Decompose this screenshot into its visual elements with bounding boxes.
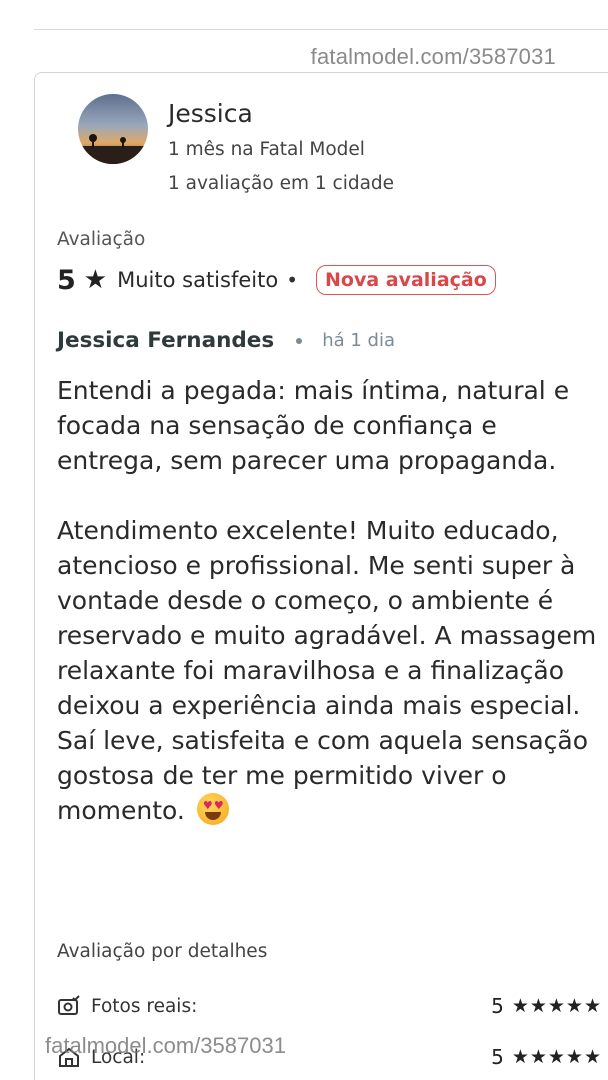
detail-score: 5 ★★★★★	[491, 1045, 602, 1069]
review-time: há 1 dia	[322, 330, 395, 351]
five-star-icons: ★★★★★	[511, 995, 602, 1017]
five-star-icons: ★★★★★	[511, 1046, 602, 1068]
rating-label: Avaliação	[57, 229, 146, 250]
detail-score: 5 ★★★★★	[491, 994, 602, 1018]
details-title: Avaliação por detalhes	[57, 941, 268, 962]
star-icon: ★	[83, 265, 108, 295]
rating-summary: 5 ★ Muito satisfeito • Nova avaliação	[57, 262, 496, 298]
review-text: Entendi a pegada: mais íntima, natural e…	[57, 373, 602, 828]
detail-score-value: 5	[491, 994, 504, 1018]
top-divider	[34, 29, 608, 30]
review-author-row: Jessica Fernandes há 1 dia	[57, 328, 395, 353]
rating-text: Muito satisfeito	[117, 268, 279, 292]
avatar[interactable]	[78, 94, 148, 164]
watermark-top: fatalmodel.com/3587031	[310, 44, 556, 69]
detail-label: Fotos reais:	[91, 995, 198, 1017]
rating-score: 5	[57, 264, 76, 296]
detail-row-fotos-reais: Fotos reais: 5 ★★★★★	[57, 991, 602, 1021]
reviewer-membership: 1 mês na Fatal Model	[168, 139, 365, 160]
cropped-header-remnant	[60, 0, 150, 4]
new-review-badge: Nova avaliação	[315, 265, 496, 295]
reviewer-review-count: 1 avaliação em 1 cidade	[168, 173, 395, 194]
detail-score-value: 5	[491, 1045, 504, 1069]
separator-dot: •	[286, 268, 298, 292]
review-author-name: Jessica Fernandes	[57, 328, 275, 353]
watermark-bottom: fatalmodel.com/3587031	[45, 1033, 286, 1058]
separator-dot-icon	[296, 337, 303, 344]
reviewer-name[interactable]: Jessica	[168, 99, 253, 128]
review-text-content: Entendi a pegada: mais íntima, natural e…	[57, 376, 597, 825]
camera-check-icon	[58, 995, 80, 1015]
heart-eyes-emoji-icon: ♥ ♥	[196, 793, 229, 825]
